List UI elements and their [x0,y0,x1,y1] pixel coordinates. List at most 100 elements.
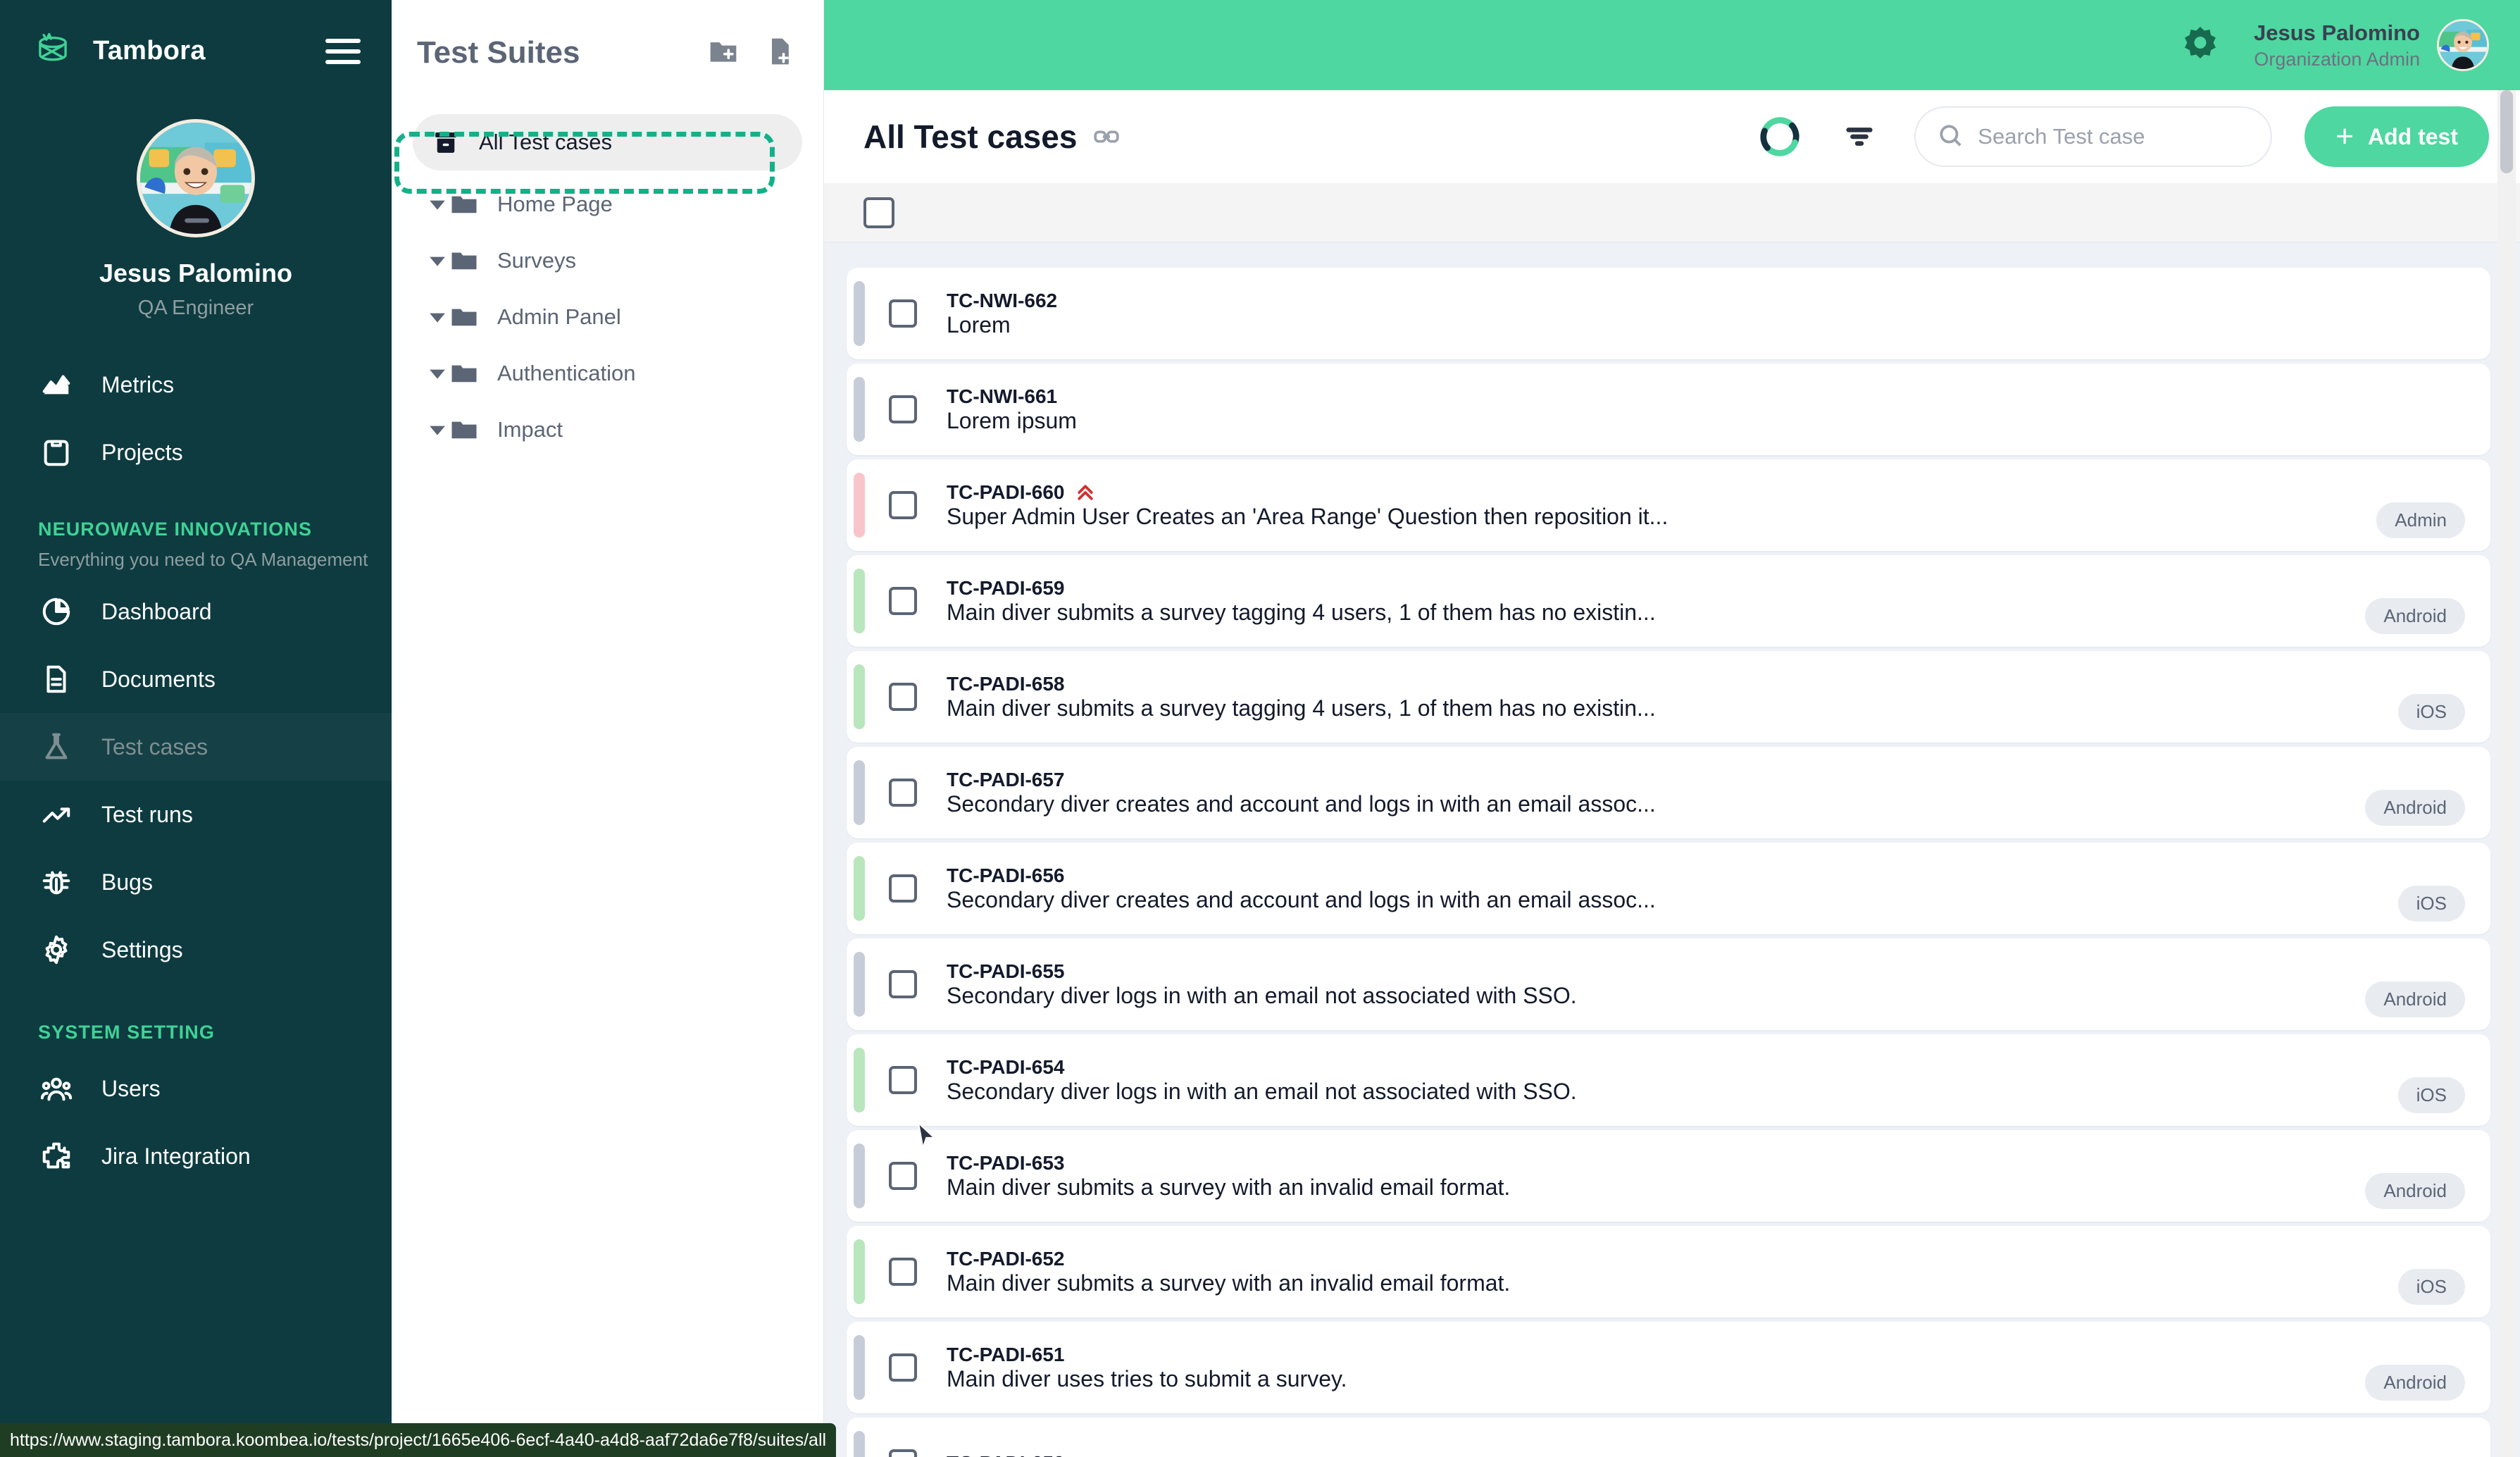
table-row[interactable]: TC-PADI-653 Main diver submits a survey … [847,1130,2490,1222]
row-checkbox[interactable] [889,491,917,519]
sidebar-item-label: Dashboard [101,598,212,624]
filter-icon[interactable] [1840,117,1879,156]
row-checkbox[interactable] [889,395,917,423]
priority-high-icon [1075,482,1096,503]
suite-folder-surveys[interactable]: Surveys [407,232,802,289]
sun-icon[interactable] [2179,24,2221,66]
table-row[interactable]: TC-PADI-660 Super Admin User Creates an … [847,459,2490,551]
row-checkbox[interactable] [889,1353,917,1382]
chevron-down-icon[interactable] [425,361,449,385]
row-content: TC-PADI-660 Super Admin User Creates an … [947,481,1668,530]
sidebar-item-label: Jira Integration [101,1143,251,1169]
test-case-id: TC-PADI-656 [947,864,1065,886]
sidebar-item-dashboard[interactable]: Dashboard [0,578,392,645]
suite-folder-admin-panel[interactable]: Admin Panel [407,289,802,345]
sidebar-item-settings[interactable]: Settings [0,916,392,984]
suite-folder-label: Home Page [497,192,613,216]
test-suites-panel: Test Suites All Test cases Home Page Sur… [392,0,937,1457]
sidebar-item-test-runs[interactable]: Test runs [0,781,392,848]
test-case-id: TC-NWI-661 [947,385,1058,407]
chevron-down-icon[interactable] [425,305,449,329]
system-section-header: SYSTEM SETTING [0,984,392,1055]
suite-folder-home-page[interactable]: Home Page [407,176,802,232]
row-checkbox[interactable] [889,1258,917,1286]
system-section-title: SYSTEM SETTING [38,1022,215,1043]
row-checkbox[interactable] [889,587,917,615]
chevron-down-icon[interactable] [425,249,449,273]
suite-folder-impact[interactable]: Impact [407,402,802,458]
status-strip [854,760,865,825]
sidebar-item-label: Settings [101,936,183,962]
row-checkbox[interactable] [889,299,917,328]
row-checkbox[interactable] [889,874,917,903]
table-row[interactable]: TC-PADI-659 Main diver submits a survey … [847,555,2490,647]
sidebar-item-test-cases[interactable]: Test cases [0,713,392,781]
folder-icon [449,359,486,388]
search-input[interactable] [1978,124,2250,149]
search-box[interactable] [1914,106,2273,167]
add-test-button[interactable]: + Add test [2304,106,2489,167]
status-badge: Android [2365,1365,2465,1401]
test-case-id: TC-PADI-657 [947,768,1065,790]
chevron-down-icon[interactable] [425,418,449,442]
users-icon [38,1070,75,1107]
test-case-id: TC-PADI-659 [947,576,1065,599]
hamburger-icon[interactable] [325,38,361,64]
test-case-title: Secondary diver creates and account and … [947,886,1656,912]
link-icon[interactable] [1092,123,1121,151]
table-row[interactable]: TC-PADI-656 Secondary diver creates and … [847,843,2490,934]
status-badge: Android [2365,598,2465,634]
row-checkbox[interactable] [889,779,917,807]
table-row[interactable]: TC-PADI-658 Main diver submits a survey … [847,651,2490,743]
table-row[interactable]: TC-PADI-657 Secondary diver creates and … [847,747,2490,838]
test-case-id: TC-NWI-662 [947,289,1058,311]
row-content: TC-NWI-662 Lorem [947,290,1057,338]
sidebar-item-label: Metrics [101,371,175,397]
test-suites-header: Test Suites [392,0,823,106]
folder-icon [449,190,486,219]
sidebar-item-users[interactable]: Users [0,1055,392,1122]
status-strip [854,664,865,729]
status-badge: Android [2365,1173,2465,1209]
row-checkbox[interactable] [889,1449,917,1457]
sidebar-item-bugs[interactable]: Bugs [0,848,392,916]
row-checkbox[interactable] [889,1066,917,1094]
sidebar-item-metrics[interactable]: Metrics [0,351,392,418]
sync-refresh-icon[interactable] [1755,112,1804,161]
table-row[interactable]: TC-PADI-650 [847,1418,2490,1457]
test-case-id: TC-PADI-655 [947,960,1065,982]
row-checkbox[interactable] [889,1162,917,1190]
sidebar-item-documents[interactable]: Documents [0,645,392,713]
test-case-id: TC-PADI-654 [947,1055,1065,1078]
table-row[interactable]: TC-NWI-661 Lorem ipsum [847,364,2490,455]
table-row[interactable]: TC-PADI-654 Secondary diver logs in with… [847,1034,2490,1126]
user-menu[interactable]: Jesus Palomino Organization Admin [2254,19,2489,71]
row-content: TC-PADI-657 Secondary diver creates and … [947,769,1656,817]
sidebar-item-jira-integration[interactable]: Jira Integration [0,1122,392,1190]
table-row[interactable]: TC-PADI-652 Main diver submits a survey … [847,1226,2490,1318]
brand-header: Tambora [0,0,392,102]
test-case-list: TC-NWI-662 Lorem TC-NWI-661 Lorem ipsum … [824,242,2520,1457]
row-checkbox[interactable] [889,970,917,998]
select-all-checkbox[interactable] [863,197,894,228]
table-row[interactable]: TC-PADI-655 Secondary diver logs in with… [847,938,2490,1030]
sidebar-item-label: Documents [101,666,216,692]
row-content: TC-PADI-650 [947,1452,1065,1457]
scrollbar-thumb[interactable] [2500,90,2513,173]
chevron-down-icon[interactable] [425,192,449,216]
test-case-title: Main diver submits a survey tagging 4 us… [947,599,1656,625]
vertical-scrollbar[interactable] [2497,90,2516,1457]
row-checkbox[interactable] [889,683,917,711]
add-folder-button[interactable] [708,36,739,70]
sidebar-item-label: Bugs [101,869,153,895]
row-content: TC-PADI-655 Secondary diver logs in with… [947,960,1577,1009]
sidebar-item-projects[interactable]: Projects [0,418,392,486]
table-row[interactable]: TC-NWI-662 Lorem [847,268,2490,359]
suite-folder-authentication[interactable]: Authentication [407,345,802,402]
suite-folder-tree: Home Page Surveys Admin Panel Authentica… [392,176,823,458]
suite-folder-label: Authentication [497,361,636,385]
suite-item-all-test-cases[interactable]: All Test cases [413,114,802,170]
page-title: All Test cases [863,118,1078,155]
table-row[interactable]: TC-PADI-651 Main diver uses tries to sub… [847,1322,2490,1413]
add-file-button[interactable] [764,36,795,70]
